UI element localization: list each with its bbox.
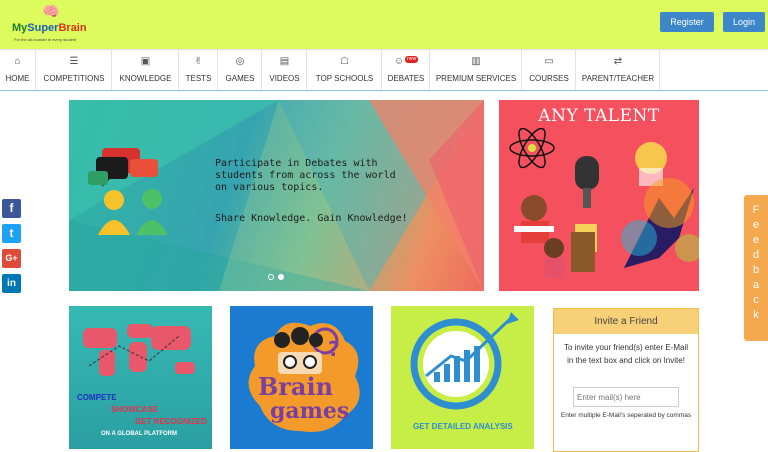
any-talent-card[interactable]: ANY TALENT — [499, 100, 699, 291]
nav-label: TESTS — [185, 74, 212, 83]
new-badge: new — [405, 56, 419, 63]
home-icon: ⌂ — [14, 56, 21, 67]
hero-line: Participate in Debates with — [215, 158, 378, 169]
site-logo[interactable]: 🧠 MySuperBrain For the all-rounder in ev… — [8, 4, 108, 44]
nav-item-parent-teacher[interactable]: ⇄ PARENT/TEACHER — [577, 50, 660, 90]
hero-line: students from across the world — [215, 170, 396, 181]
credit-card-icon: ▭ — [544, 56, 554, 67]
invite-email-input[interactable] — [573, 387, 679, 407]
global-platform-text: ON A GLOBAL PLATFORM — [101, 431, 177, 437]
feedback-letter: F — [752, 204, 760, 216]
film-icon: ▤ — [279, 56, 290, 67]
any-talent-title: ANY TALENT — [538, 106, 660, 126]
login-button[interactable]: Login — [723, 12, 765, 32]
nav-label: TOP SCHOOLS — [315, 74, 374, 83]
book-icon: ▥ — [471, 56, 481, 67]
linkedin-icon[interactable]: in — [2, 274, 21, 293]
nav-item-top-schools[interactable]: ☖ TOP SCHOOLS — [308, 50, 382, 90]
feedback-letter: c — [753, 294, 759, 306]
nav-item-tests[interactable]: ✌ TESTS — [180, 50, 218, 90]
logo-wordmark: MySuperBrain — [12, 22, 87, 34]
analysis-label: GET DETAILED ANALYSIS — [413, 422, 513, 431]
slide-dot-2[interactable] — [278, 274, 284, 280]
brain-logo-icon: 🧠 — [42, 3, 60, 19]
nav-item-competitions[interactable]: ☰ COMPETITIONS — [37, 50, 112, 90]
nav-item-knowledge[interactable]: ▣ KNOWLEDGE — [113, 50, 179, 90]
invite-description: To invite your friend(s) enter E-Mail in… — [563, 343, 689, 365]
nav-item-videos[interactable]: ▤ VIDEOS — [263, 50, 307, 90]
slide-dot-1[interactable] — [268, 274, 274, 280]
world-map-illustration — [83, 324, 195, 376]
nav-label: HOME — [5, 74, 30, 83]
register-button[interactable]: Register — [660, 12, 714, 32]
feedback-letter: b — [752, 264, 760, 276]
games-word: games — [270, 398, 350, 424]
hero-slider[interactable]: Participate in Debates with students fro… — [69, 100, 484, 291]
talent-illustration — [509, 128, 699, 278]
nav-label: GAMES — [225, 74, 255, 83]
nav-item-games[interactable]: ◎ GAMES — [219, 50, 262, 90]
nav-label: PARENT/TEACHER — [581, 74, 655, 83]
showcase-text: SHOWCASE — [111, 405, 159, 414]
nav-label: PREMIUM SERVICES — [435, 74, 517, 83]
gamepad-icon: ◎ — [235, 56, 245, 67]
hero-caption: Participate in Debates with students fro… — [215, 158, 465, 194]
google-plus-icon[interactable]: G+ — [2, 249, 21, 268]
nav-item-premium-services[interactable]: ▥ PREMIUM SERVICES — [431, 50, 522, 90]
debate-people-illustration — [88, 148, 168, 235]
logo-tagline: For the all-rounder in every student — [14, 37, 77, 42]
svg-text:?: ? — [328, 337, 340, 361]
feedback-label: F e e d b a c k — [744, 203, 768, 323]
feedback-tab[interactable]: F e e d b a c k — [744, 195, 768, 341]
compete-text: COMPETE — [77, 393, 117, 402]
main-nav: ⌂ HOME ☰ COMPETITIONS ▣ KNOWLEDGE ✌ TEST… — [0, 49, 768, 91]
feedback-letter: e — [752, 234, 760, 246]
brain-word: Brain — [258, 372, 334, 401]
nav-label: DEBATES — [387, 74, 425, 83]
invite-title: Invite a Friend — [554, 309, 698, 334]
invite-friend-panel: Invite a Friend To invite your friend(s)… — [553, 308, 699, 452]
nav-label: KNOWLEDGE — [119, 74, 172, 83]
nav-label: COMPETITIONS — [43, 74, 105, 83]
invite-note: Enter multiple E-Mail's seperated by com… — [560, 412, 692, 419]
twitter-icon[interactable]: t — [2, 224, 21, 243]
compete-card[interactable]: COMPETE SHOWCASE GET RECOGNIZED ON A GLO… — [69, 306, 212, 449]
nav-item-debates[interactable]: ☺ new DEBATES — [383, 50, 430, 90]
get-recognized-text: GET RECOGNIZED — [135, 417, 208, 426]
feedback-letter: a — [752, 279, 760, 291]
institution-icon: ☖ — [340, 56, 349, 67]
nav-item-home[interactable]: ⌂ HOME — [0, 50, 36, 90]
feedback-letter: k — [753, 309, 759, 321]
feedback-letter: e — [752, 219, 760, 231]
feedback-letter: d — [752, 249, 760, 261]
group-icon: ☺ new — [393, 56, 419, 67]
hero-tagline: Share Knowledge. Gain Knowledge! — [215, 213, 408, 224]
analysis-card[interactable]: GET DETAILED ANALYSIS — [391, 306, 534, 449]
top-header: 🧠 MySuperBrain For the all-rounder in ev… — [0, 0, 768, 49]
nav-label: COURSES — [529, 74, 569, 83]
brain-games-card[interactable]: ? Brain games — [230, 306, 373, 449]
thumbs-up-icon: ✌ — [194, 56, 203, 67]
hero-line: on various topics. — [215, 182, 324, 193]
exchange-icon: ⇄ — [613, 56, 623, 67]
facebook-icon[interactable]: f — [2, 199, 21, 218]
nav-label: VIDEOS — [269, 74, 300, 83]
nav-item-courses[interactable]: ▭ COURSES — [523, 50, 576, 90]
list-icon: ☰ — [69, 56, 79, 67]
archive-icon: ▣ — [140, 56, 151, 67]
